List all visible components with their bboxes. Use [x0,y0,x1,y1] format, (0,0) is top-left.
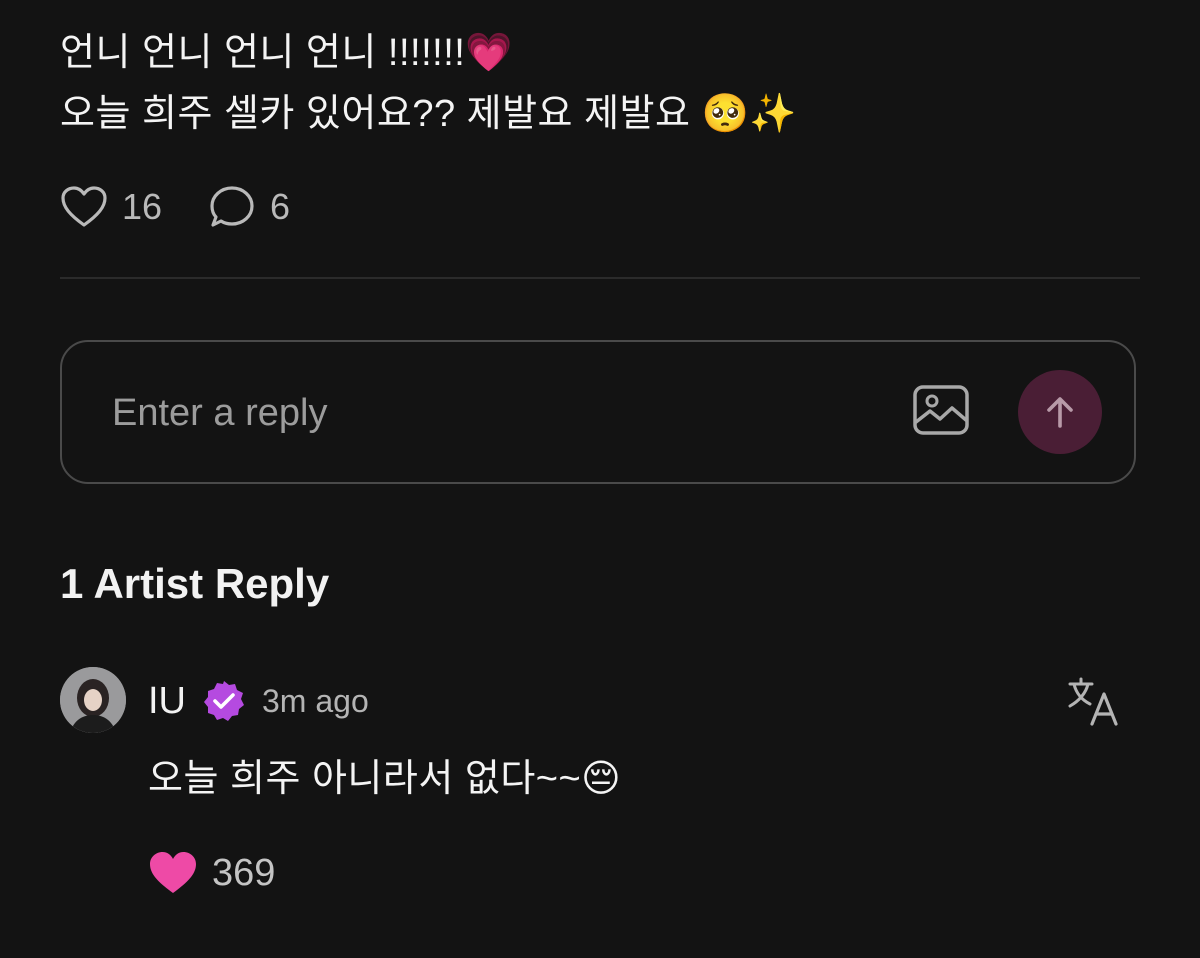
comment-button[interactable]: 6 [208,184,290,230]
heart-outline-icon [61,186,107,227]
reply-like-button[interactable]: 369 [148,846,275,900]
post-stats: 16 6 [60,180,290,234]
pensive-emoji: 😔 [581,756,622,800]
pleading-sparkles-emoji: 🥺✨ [701,91,798,135]
image-icon [913,385,969,435]
pink-heart-emoji: 💗 [465,30,514,74]
reply-message: 오늘 희주 아니라서 없다~~ [148,758,582,800]
translate-icon [1068,677,1118,726]
avatar[interactable] [60,667,126,733]
post-line-1-text: 언니 언니 언니 언니 !!!!!!! [60,32,466,74]
reply-input[interactable] [110,382,874,444]
attach-image-button[interactable] [912,384,970,438]
author-name[interactable]: IU [148,680,186,723]
post-content: 언니 언니 언니 언니 !!!!!!!💗 오늘 희주 셀카 있어요?? 제발요 … [60,22,1140,144]
artist-reply-heading: 1 Artist Reply [60,560,330,607]
arrow-up-icon [1047,397,1073,428]
reply-like-count: 369 [212,851,276,894]
reply-header: IU 3m ago [148,676,369,726]
translate-button[interactable] [1066,676,1122,728]
avatar-image [60,667,126,733]
post-line-1: 언니 언니 언니 언니 !!!!!!!💗 [60,22,1140,83]
send-button[interactable] [1018,370,1102,454]
comment-bubble-icon [210,186,254,227]
post-line-2-text: 오늘 희주 셀카 있어요?? 제발요 제발요 [60,93,702,135]
post-detail-page: 언니 언니 언니 언니 !!!!!!!💗 오늘 희주 셀카 있어요?? 제발요 … [0,0,1200,958]
reply-timestamp: 3m ago [262,682,369,719]
heart-filled-icon [150,852,196,893]
verified-badge-icon [204,681,244,721]
divider [60,277,1140,279]
artist-reply-text: 오늘 희주 아니라서 없다~~😔 [148,748,621,809]
reply-composer [60,340,1136,484]
post-line-2: 오늘 희주 셀카 있어요?? 제발요 제발요 🥺✨ [60,83,1140,144]
like-count: 16 [122,186,163,227]
like-button[interactable]: 16 [60,185,162,229]
comment-count: 6 [270,186,291,227]
